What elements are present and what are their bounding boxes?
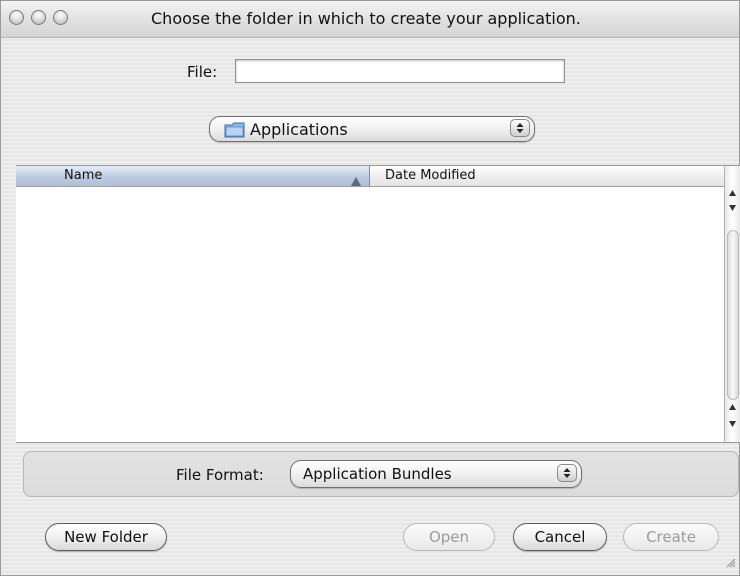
column-header-date-modified[interactable]: Date Modified — [370, 166, 724, 186]
popup-stepper-icon — [557, 464, 577, 482]
window-title: Choose the folder in which to create you… — [151, 9, 581, 28]
file-format-popup[interactable]: Application Bundles — [290, 460, 582, 488]
column-header-name-label: Name — [64, 168, 103, 183]
scroll-down-arrow-icon[interactable] — [725, 200, 740, 214]
scroll-up-arrow-icon[interactable] — [725, 186, 740, 200]
sort-ascending-icon — [351, 171, 361, 190]
file-name-input[interactable] — [235, 59, 565, 83]
file-name-label: File: — [187, 63, 218, 81]
open-button[interactable]: Open — [403, 523, 495, 551]
zoom-window-button[interactable] — [53, 10, 68, 25]
scroll-down-arrow-icon[interactable] — [725, 416, 740, 430]
resize-grip-icon[interactable] — [726, 553, 736, 572]
close-window-button[interactable] — [9, 10, 24, 25]
vertical-scrollbar[interactable] — [724, 166, 740, 442]
scroll-up-arrow-icon[interactable] — [725, 400, 740, 414]
title-bar[interactable]: Choose the folder in which to create you… — [1, 1, 739, 38]
location-popup[interactable]: Applications — [209, 116, 535, 142]
minimize-window-button[interactable] — [31, 10, 46, 25]
new-folder-button[interactable]: New Folder — [45, 523, 167, 551]
create-button[interactable]: Create — [623, 523, 719, 551]
column-header-date-label: Date Modified — [385, 168, 476, 183]
column-header-row: Name Date Modified — [16, 166, 724, 187]
folder-icon — [224, 121, 246, 143]
location-popup-label: Applications — [250, 120, 348, 139]
column-header-name[interactable]: Name — [16, 166, 370, 186]
cancel-button[interactable]: Cancel — [513, 523, 607, 551]
file-browser[interactable]: Name Date Modified — [16, 165, 740, 443]
save-dialog-window: Choose the folder in which to create you… — [0, 0, 740, 576]
popup-stepper-icon — [510, 119, 530, 137]
file-format-popup-label: Application Bundles — [303, 465, 452, 483]
file-format-panel: File Format: Application Bundles — [23, 451, 739, 497]
scroll-track[interactable] — [727, 230, 739, 400]
file-format-label: File Format: — [176, 466, 264, 484]
